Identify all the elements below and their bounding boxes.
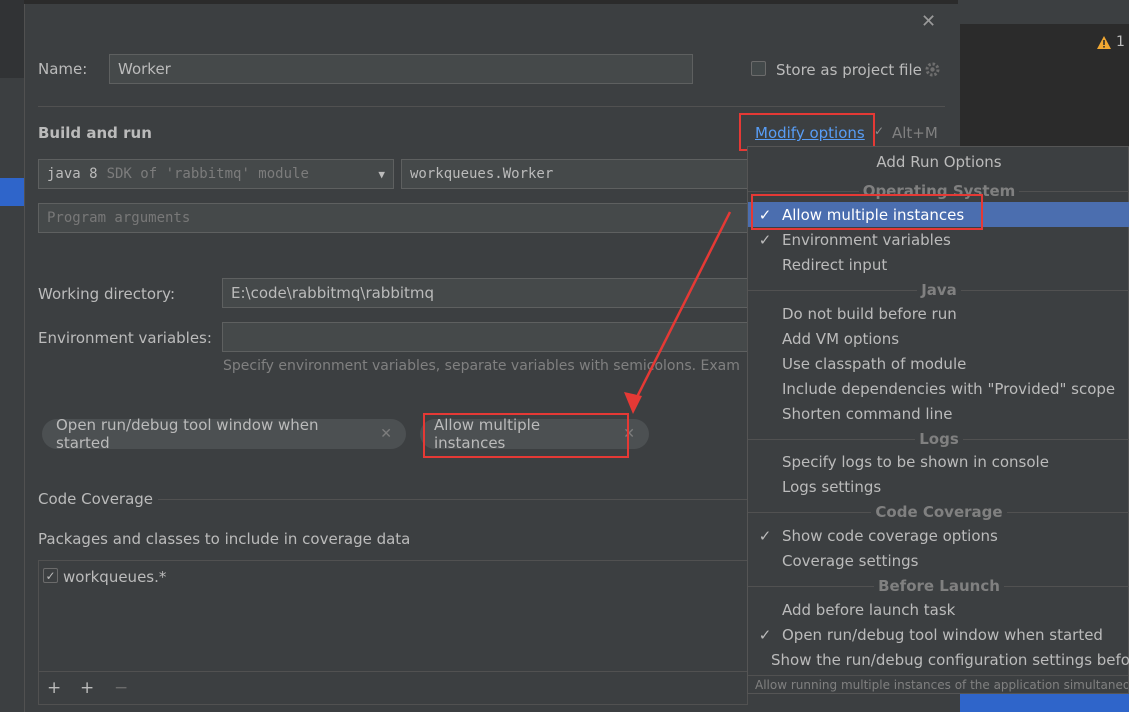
option-shorten-command-line[interactable]: Shorten command line <box>748 401 1129 426</box>
warning-indicator[interactable]: 1 <box>1097 34 1125 50</box>
option-label: Show code coverage options <box>782 526 998 545</box>
code-coverage-title: Code Coverage <box>38 490 154 508</box>
jdk-description: SDK of 'rabbitmq' module <box>106 166 309 182</box>
option-show-settings[interactable]: Show the run/debug configuration setting… <box>748 647 1129 672</box>
check-icon: ✓ <box>758 625 772 644</box>
option-add-vm-options[interactable]: Add VM options <box>748 326 1129 351</box>
left-panel <box>0 0 24 712</box>
gear-icon[interactable] <box>924 61 941 78</box>
add-class-icon[interactable]: + <box>47 678 61 698</box>
check-icon: ✓ <box>758 230 772 249</box>
modify-options-shortcut: Alt+M <box>892 124 938 142</box>
store-project-file-checkbox[interactable] <box>751 61 766 76</box>
popup-title: Add Run Options <box>876 153 1002 171</box>
option-label: Redirect input <box>782 255 888 274</box>
name-label: Name: <box>38 60 88 78</box>
option-label: Coverage settings <box>782 551 919 570</box>
option-label: Shorten command line <box>782 404 953 423</box>
jdk-select[interactable]: java 8 SDK of 'rabbitmq' module ▼ <box>38 159 394 189</box>
close-icon[interactable]: ✕ <box>921 11 936 32</box>
option-label: Logs settings <box>782 477 882 496</box>
option-environment-variables[interactable]: ✓ Environment variables <box>748 227 1129 252</box>
option-label: Specify logs to be shown in console <box>782 452 1049 471</box>
separator <box>38 106 945 107</box>
chip-open-tool-window[interactable]: Open run/debug tool window when started ✕ <box>42 416 406 452</box>
left-panel-selected-row <box>0 178 24 206</box>
separator <box>158 499 748 500</box>
option-label: Add before launch task <box>782 600 956 619</box>
option-label: Show the run/debug configuration setting… <box>771 650 1129 669</box>
popup-footer-hint: Allow running multiple instances of the … <box>748 675 1128 693</box>
close-icon[interactable]: ✕ <box>380 426 392 442</box>
option-label: Add VM options <box>782 329 900 348</box>
main-class-value: workqueues.Worker <box>410 166 554 182</box>
jdk-name: java 8 <box>47 166 98 182</box>
check-icon: ✓ <box>758 526 772 545</box>
group-before-launch: Before Launch <box>748 577 1129 595</box>
option-include-dependencies[interactable]: Include dependencies with "Provided" sco… <box>748 376 1129 401</box>
chip-highlight <box>423 413 629 458</box>
group-code-coverage: Code Coverage <box>748 503 1129 521</box>
option-use-classpath[interactable]: Use classpath of module <box>748 351 1129 376</box>
option-open-tool-window[interactable]: ✓ Open run/debug tool window when started <box>748 622 1129 647</box>
working-directory-value: E:\code\rabbitmq\rabbitmq <box>231 284 435 302</box>
add-package-icon[interactable]: + <box>80 678 94 698</box>
group-logs: Logs <box>748 430 1129 448</box>
chevron-down-icon: ▼ <box>378 168 385 181</box>
packages-label: Packages and classes to include in cover… <box>38 530 411 548</box>
left-panel-header <box>0 0 24 78</box>
working-directory-label: Working directory: <box>38 285 176 303</box>
annotation-arrow <box>624 211 732 414</box>
name-input[interactable]: Worker <box>109 54 693 84</box>
name-input-value: Worker <box>118 60 171 78</box>
option-do-not-build[interactable]: Do not build before run <box>748 301 1129 326</box>
option-logs-settings[interactable]: Logs settings <box>748 474 1129 499</box>
program-arguments-placeholder: Program arguments <box>47 210 191 226</box>
coverage-item-checkbox[interactable]: ✓ <box>43 568 58 583</box>
editor-tab-strip <box>958 0 1129 24</box>
environment-variables-label: Environment variables: <box>38 329 212 347</box>
option-label: Include dependencies with "Provided" sco… <box>782 379 1116 398</box>
option-coverage-settings[interactable]: Coverage settings <box>748 548 1129 573</box>
separator <box>38 671 748 672</box>
main-class-input[interactable]: workqueues.Worker <box>401 159 761 189</box>
modify-options-link[interactable]: Modify options <box>755 124 865 142</box>
warning-count: 1 <box>1116 34 1125 50</box>
option-label: Do not build before run <box>782 304 957 323</box>
option-label: Environment variables <box>782 230 951 249</box>
group-java: Java <box>748 281 1129 299</box>
option-label: Use classpath of module <box>782 354 967 373</box>
option-label: Open run/debug tool window when started <box>782 625 1103 644</box>
option-highlight <box>751 194 983 230</box>
build-run-title: Build and run <box>38 124 152 142</box>
option-add-before-launch[interactable]: Add before launch task <box>748 597 1129 622</box>
chip-label: Open run/debug tool window when started <box>56 416 319 452</box>
store-project-file-label: Store as project file <box>776 61 922 79</box>
chevron-down-icon: ✓ <box>874 124 885 138</box>
warning-icon <box>1097 35 1111 49</box>
remove-icon[interactable]: − <box>114 678 128 698</box>
coverage-item-label: workqueues.* <box>63 568 167 586</box>
option-show-coverage[interactable]: ✓ Show code coverage options <box>748 523 1129 548</box>
option-logs-console[interactable]: Specify logs to be shown in console <box>748 449 1129 474</box>
option-redirect-input[interactable]: Redirect input <box>748 252 1129 277</box>
